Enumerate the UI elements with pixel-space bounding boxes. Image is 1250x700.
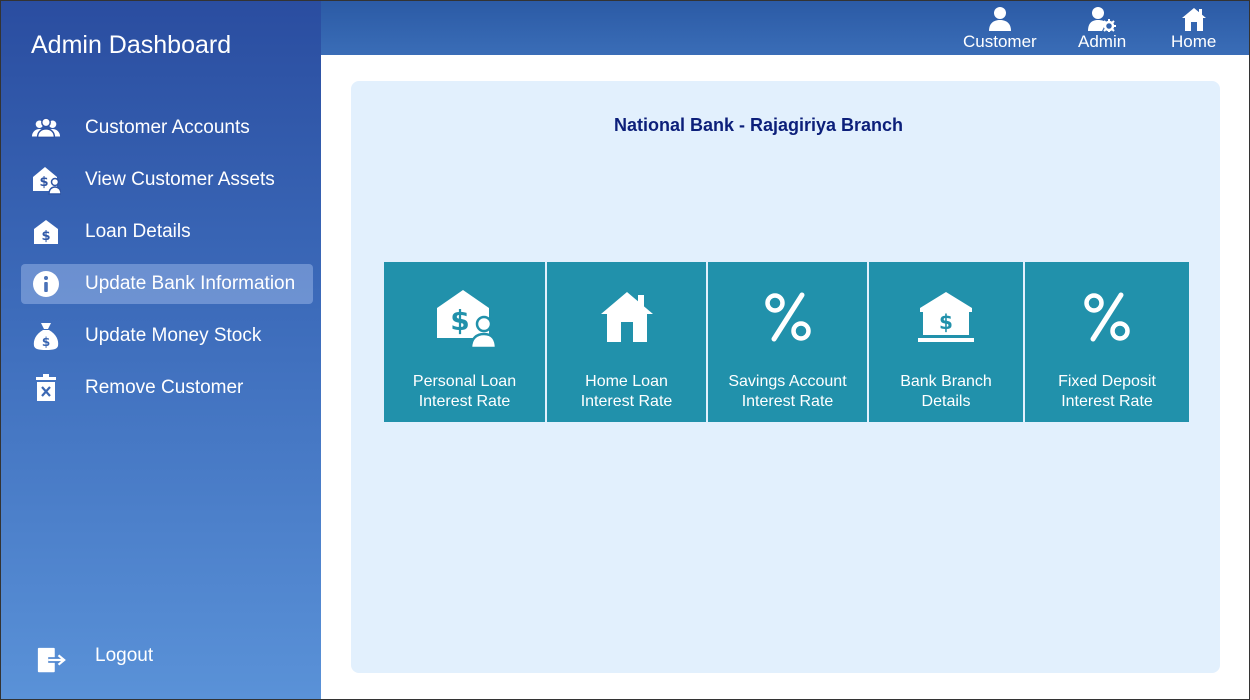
logout-button[interactable]: Logout [36,640,236,680]
tile-label: Personal Loan Interest Rate [412,373,517,410]
svg-text:$: $ [41,229,50,244]
sidebar-item-remove-customer[interactable]: Remove Customer [21,368,313,408]
home-icon [1181,6,1207,32]
percent-icon [708,288,867,346]
tile-savings-account-interest-rate[interactable]: Savings Account Interest Rate [708,262,867,422]
loan-icon: $ [31,217,61,247]
users-icon [31,113,61,143]
svg-text:$: $ [39,175,48,190]
sidebar-item-update-bank-information[interactable]: Update Bank Information [21,264,313,304]
percent-icon [1025,288,1189,346]
tile-label: Savings Account Interest Rate [728,373,847,410]
bank-icon: $ [869,288,1023,346]
house-icon [547,288,706,346]
sidebar-item-label: Remove Customer [85,377,244,398]
svg-text:$: $ [42,335,50,349]
tile-home-loan-interest-rate[interactable]: Home Loan Interest Rate [547,262,706,422]
sidebar-item-label: View Customer Assets [85,169,275,190]
tile-label: Fixed Deposit Interest Rate [1058,373,1156,410]
admin-icon [1087,6,1117,32]
sidebar-item-label: Loan Details [85,221,191,242]
user-icon [987,6,1013,32]
personal-loan-icon: $ [384,288,545,348]
admin-button-label: Admin [1078,32,1127,51]
customer-assets-icon: $ [31,165,61,195]
svg-text:$: $ [939,310,953,334]
info-icon [31,269,61,299]
main-panel: National Bank - Rajagiriya Branch $ Pers… [351,81,1220,673]
top-bar: Customer Admin Home [321,0,1250,55]
tile-bank-branch-details[interactable]: $ Bank Branch Details [869,262,1023,422]
svg-text:$: $ [450,304,469,337]
delete-icon [31,373,61,403]
sidebar-item-update-money-stock[interactable]: $ Update Money Stock [21,316,313,356]
sidebar: Admin Dashboard Customer Accounts $ View… [0,0,321,700]
customer-button[interactable]: Customer [963,6,1037,52]
sidebar-item-loan-details[interactable]: $ Loan Details [21,212,313,252]
money-bag-icon: $ [31,321,61,351]
tile-personal-loan-interest-rate[interactable]: $ Personal Loan Interest Rate [384,262,545,422]
home-button[interactable]: Home [1171,6,1216,52]
logout-icon [36,645,66,675]
page-title: National Bank - Rajagiriya Branch [613,115,904,135]
sidebar-item-label: Update Money Stock [85,325,262,346]
logout-label: Logout [95,645,154,666]
sidebar-item-label: Update Bank Information [85,273,296,294]
tile-fixed-deposit-interest-rate[interactable]: Fixed Deposit Interest Rate [1025,262,1189,422]
tile-label: Home Loan Interest Rate [580,373,673,410]
tile-label: Bank Branch Details [900,373,992,410]
home-button-label: Home [1171,32,1217,51]
sidebar-title: Admin Dashboard [31,31,232,59]
sidebar-item-view-customer-assets[interactable]: $ View Customer Assets [21,160,313,200]
sidebar-item-customer-accounts[interactable]: Customer Accounts [21,108,313,148]
customer-button-label: Customer [963,32,1037,51]
admin-button[interactable]: Admin [1078,6,1126,52]
sidebar-item-label: Customer Accounts [85,117,250,138]
